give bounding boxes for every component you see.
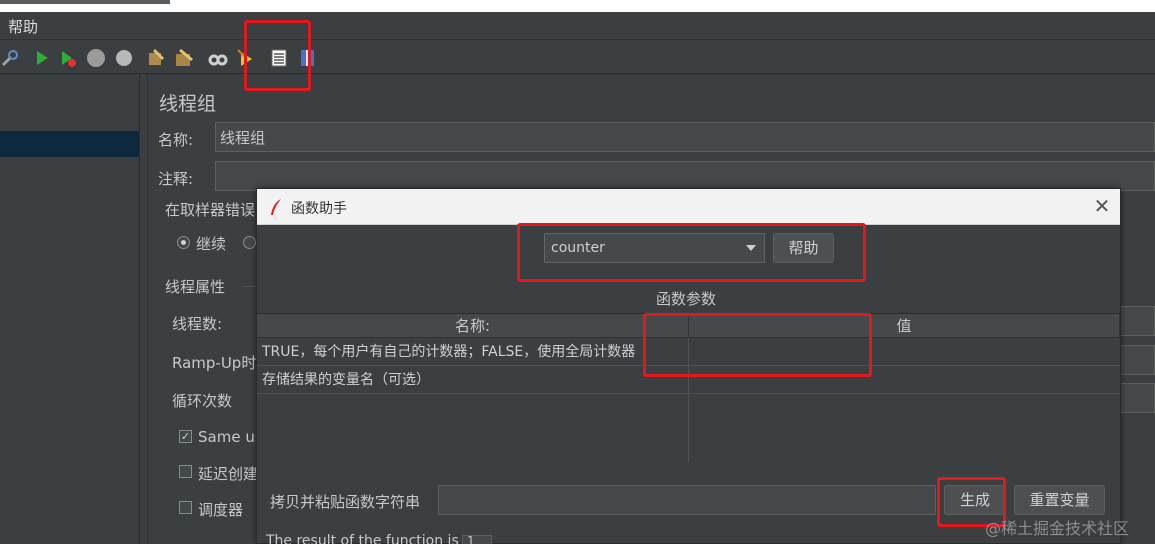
dialog-title: 函数助手	[291, 201, 347, 217]
toolbar	[0, 40, 1155, 74]
sampler-error-label: 在取样器错误	[165, 201, 256, 219]
watermark: @稀土掘金技术社区	[985, 519, 1130, 538]
thread-count-field[interactable]	[1119, 306, 1155, 336]
col-header-name[interactable]: 名称:	[257, 314, 689, 338]
thread-count-label: 线程数:	[172, 315, 223, 333]
delay-create-label: 延迟创建	[198, 465, 259, 483]
start-icon[interactable]	[32, 48, 52, 68]
delay-create-checkbox[interactable]	[179, 465, 192, 478]
continue-label: 继续	[196, 235, 227, 253]
params-section-label: 函数参数	[656, 290, 717, 308]
scheduler-checkbox[interactable]	[179, 501, 192, 514]
param-name-cell: TRUE，每个用户有自己的计数器；FALSE，使用全局计数器	[262, 344, 636, 360]
feather-icon	[271, 199, 281, 215]
continue-radio[interactable]	[177, 236, 190, 249]
start-no-timers-icon[interactable]	[58, 48, 78, 68]
clear-icon[interactable]	[146, 48, 166, 68]
next-loop-radio[interactable]	[243, 236, 256, 249]
name-label: 名称:	[158, 131, 194, 149]
wrench-icon[interactable]	[0, 48, 20, 68]
stop-icon[interactable]	[86, 48, 106, 68]
name-field[interactable]: 线程组	[215, 122, 1155, 152]
thread-props-label: 线程属性	[165, 278, 226, 296]
same-user-checkbox[interactable]: ✓	[179, 430, 192, 443]
rampup-field[interactable]	[1119, 345, 1155, 375]
function-string-field[interactable]	[438, 485, 936, 515]
window-top-strip	[0, 0, 1155, 12]
window-top-strip-dark	[0, 0, 170, 4]
rampup-label: Ramp-Up时	[172, 354, 257, 372]
comment-field[interactable]	[215, 161, 1155, 191]
clear-all-icon[interactable]	[174, 48, 194, 68]
highlight-value-column	[643, 313, 872, 377]
section-divider	[243, 286, 257, 287]
loop-count-label: 循环次数	[172, 392, 233, 410]
highlight-toolbar-icon	[244, 20, 311, 91]
menu-help[interactable]: 帮助	[8, 16, 38, 37]
panel-splitter[interactable]	[140, 74, 148, 544]
loop-count-field[interactable]	[1119, 383, 1155, 413]
result-field[interactable]: 1	[462, 535, 492, 544]
shutdown-icon[interactable]	[114, 48, 134, 68]
reset-variables-button[interactable]: 重置变量	[1014, 485, 1105, 515]
param-name-cell: 存储结果的变量名（可选）	[262, 372, 430, 388]
result-label: The result of the function is	[266, 533, 459, 544]
close-icon[interactable]: ✕	[1091, 195, 1113, 217]
copy-paste-label: 拷贝并粘贴函数字符串	[270, 493, 421, 511]
highlight-function-select	[517, 223, 866, 282]
search-icon[interactable]	[208, 48, 228, 68]
dialog-titlebar: 函数助手 ✕	[257, 189, 1120, 225]
tree-selected-item[interactable]	[0, 131, 139, 157]
scheduler-label: 调度器	[198, 501, 244, 519]
menu-bar: 帮助	[0, 12, 1155, 40]
page-title: 线程组	[159, 93, 217, 115]
comment-label: 注释:	[158, 170, 194, 188]
same-user-label: Same us	[198, 428, 263, 446]
